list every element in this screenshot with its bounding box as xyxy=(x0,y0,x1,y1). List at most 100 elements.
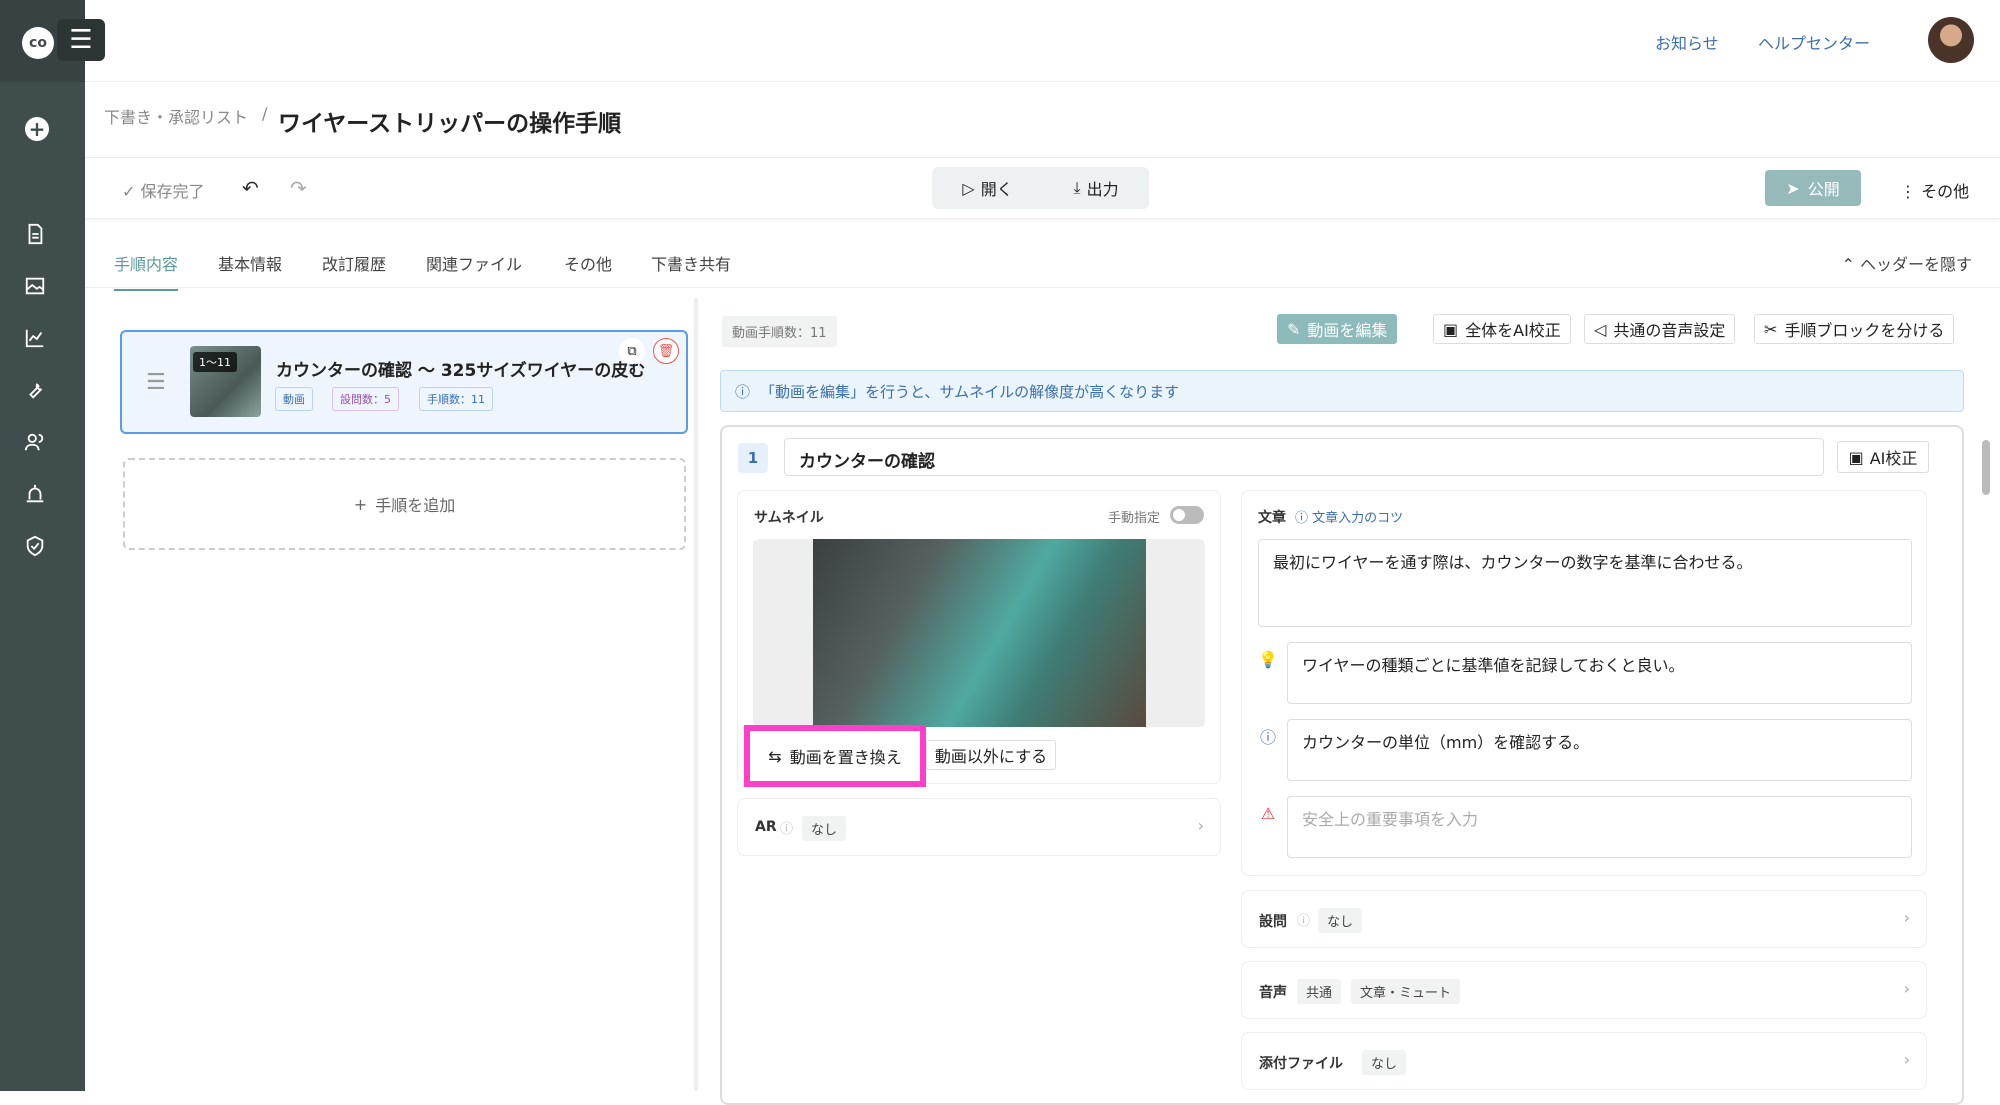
split-block-button[interactable]: ✂ 手順ブロックを分ける xyxy=(1754,314,1955,344)
trash-icon[interactable]: 🗑 xyxy=(653,338,679,364)
tab-bar: 手順内容 基本情報 改訂履歴 関連ファイル その他 下書き共有 ⌃ ヘッダーを隠… xyxy=(85,230,2000,291)
pencil-icon: ✎ xyxy=(1287,319,1301,339)
audio-label: 音声 xyxy=(1259,985,1287,1001)
image-icon[interactable] xyxy=(20,271,50,301)
common-audio-button[interactable]: ◁ 共通の音声設定 xyxy=(1584,314,1736,344)
speaker-icon: ◁ xyxy=(1594,319,1607,339)
tag-video: 動画 xyxy=(275,387,313,411)
add-step-button[interactable]: + 手順を追加 xyxy=(123,458,686,550)
chevron-right-icon: › xyxy=(1903,1050,1910,1069)
question-row[interactable]: 設問 ⓘ なし › xyxy=(1241,890,1927,948)
tab-basic-info[interactable]: 基本情報 xyxy=(218,251,282,275)
info-icon: ⓘ xyxy=(780,822,794,837)
redo-icon[interactable]: ↷ xyxy=(290,176,307,200)
document-icon[interactable] xyxy=(20,219,50,249)
tab-other[interactable]: その他 xyxy=(564,251,612,275)
tab-related-files[interactable]: 関連ファイル xyxy=(426,251,522,275)
edit-video-button[interactable]: ✎ 動画を編集 xyxy=(1277,314,1398,344)
text-tip-link[interactable]: ⓘ 文章入力のコツ xyxy=(1295,507,1403,526)
logo-icon[interactable]: co xyxy=(22,27,54,59)
open-export-group: ▷ 開く ⤓ 出力 xyxy=(932,167,1149,209)
publish-button[interactable]: ➤ 公開 xyxy=(1765,170,1861,206)
chart-icon[interactable] xyxy=(20,323,50,353)
tab-draft-share[interactable]: 下書き共有 xyxy=(651,251,731,275)
wrench-icon[interactable] xyxy=(20,375,50,405)
export-button[interactable]: ⤓ 出力 xyxy=(1074,176,1119,200)
notifications-link[interactable]: お知らせ xyxy=(1655,30,1719,54)
manual-toggle[interactable] xyxy=(1170,506,1204,524)
tag-question-count: 設問数：5 xyxy=(332,387,399,411)
warning-input[interactable]: 安全上の重要事項を入力 xyxy=(1287,796,1912,858)
question-value: なし xyxy=(1318,908,1363,933)
avatar[interactable] xyxy=(1928,17,1974,63)
copy-icon[interactable]: ⧉ xyxy=(619,338,645,364)
ar-value: なし xyxy=(802,816,847,841)
text-tip-label: 文章入力のコツ xyxy=(1312,511,1404,526)
lightbulb-icon: 💡 xyxy=(1258,649,1278,669)
ai-icon: ▣ xyxy=(1443,319,1459,339)
info-icon: ⓘ xyxy=(1297,914,1311,929)
drag-handle-icon[interactable]: ☰ xyxy=(146,370,166,395)
audio-value-mute: 文章・ミュート xyxy=(1351,979,1461,1004)
scissors-icon: ✂ xyxy=(1764,319,1778,339)
common-audio-label: 共通の音声設定 xyxy=(1613,321,1726,340)
topbar: お知らせ ヘルプセンター xyxy=(85,0,2000,82)
swap-icon: ⇆ xyxy=(768,746,782,766)
shield-icon[interactable] xyxy=(20,531,50,561)
text-label: 文章 xyxy=(1258,510,1286,526)
non-video-button[interactable]: 動画以外にする xyxy=(926,740,1056,770)
open-label: 開く xyxy=(980,180,1013,199)
step-title-input[interactable]: カウンターの確認 xyxy=(784,438,1824,476)
question-label: 設問 xyxy=(1259,914,1287,930)
main-text-input[interactable]: 最初にワイヤーを通す際は、カウンターの数字を基準に合わせる。 xyxy=(1258,539,1912,627)
send-icon: ➤ xyxy=(1786,178,1800,198)
chevron-right-icon: › xyxy=(1903,979,1910,998)
warning-icon: ⚠ xyxy=(1260,803,1276,823)
info-banner: ⓘ 「動画を編集」を行うと、サムネイルの解像度が高くなります xyxy=(720,370,1964,412)
attachment-value: なし xyxy=(1362,1050,1407,1075)
audio-row[interactable]: 音声 共通 文章・ミュート › xyxy=(1241,961,1927,1019)
hide-header-button[interactable]: ⌃ ヘッダーを隠す xyxy=(1841,251,1972,275)
create-icon[interactable]: + xyxy=(25,117,49,141)
edit-video-label: 動画を編集 xyxy=(1307,321,1388,340)
chevron-right-icon: › xyxy=(1197,816,1204,835)
download-icon: ⤓ xyxy=(1073,178,1081,197)
replace-video-label: 動画を置き換え xyxy=(789,748,902,767)
tab-step-content[interactable]: 手順内容 xyxy=(114,251,179,291)
users-icon[interactable] xyxy=(20,427,50,457)
ai-all-label: 全体をAI校正 xyxy=(1465,321,1561,340)
page-title: ワイヤーストリッパーの操作手順 xyxy=(278,111,622,137)
breadcrumb-parent[interactable]: 下書き・承認リスト xyxy=(104,104,248,128)
ai-correct-button[interactable]: ▣ AI校正 xyxy=(1837,441,1929,473)
step-card-title: カウンターの確認 ～ 325サイズワイヤーの皮むき xyxy=(276,361,646,381)
hide-header-label: ヘッダーを隠す xyxy=(1859,255,1972,274)
audio-value-common: 共通 xyxy=(1297,979,1342,1004)
replace-video-button[interactable]: ⇆ 動画を置き換え xyxy=(744,725,926,787)
breadcrumb-separator: / xyxy=(262,104,268,123)
alarm-icon[interactable] xyxy=(20,479,50,509)
tag-step-count: 手順数：11 xyxy=(419,387,493,411)
plus-icon: + xyxy=(353,494,368,514)
ar-row[interactable]: AR ⓘ なし › xyxy=(737,798,1221,856)
info-input[interactable]: カウンターの単位（mm）を確認する。 xyxy=(1287,719,1912,781)
hint-input[interactable]: ワイヤーの種類ごとに基準値を記録しておくと良い。 xyxy=(1287,642,1912,704)
other-menu-button[interactable]: ⋮ その他 xyxy=(1900,178,1969,202)
sidebar: co + xyxy=(0,0,85,1091)
ai-correct-label: AI校正 xyxy=(1869,449,1918,468)
info-text: 「動画を編集」を行うと、サムネイルの解像度が高くなります xyxy=(760,382,1180,401)
add-step-label: 手順を追加 xyxy=(375,496,456,515)
info-icon: ⓘ xyxy=(735,382,751,401)
manual-label: 手動指定 xyxy=(1108,511,1161,526)
ai-all-button[interactable]: ▣ 全体をAI校正 xyxy=(1433,314,1571,344)
tab-revision-history[interactable]: 改訂履歴 xyxy=(322,251,386,275)
open-button[interactable]: ▷ 開く xyxy=(962,176,1012,200)
menu-icon[interactable]: ☰ xyxy=(57,19,105,61)
attachment-row[interactable]: 添付ファイル なし › xyxy=(1241,1032,1927,1090)
publish-label: 公開 xyxy=(1807,180,1840,199)
undo-icon[interactable]: ↶ xyxy=(242,176,259,200)
help-center-link[interactable]: ヘルプセンター xyxy=(1758,30,1870,54)
play-icon: ▷ xyxy=(962,178,975,198)
scrollbar[interactable] xyxy=(1982,440,1990,495)
video-thumbnail[interactable] xyxy=(813,539,1146,727)
save-status: ✓ 保存完了 xyxy=(122,182,205,201)
